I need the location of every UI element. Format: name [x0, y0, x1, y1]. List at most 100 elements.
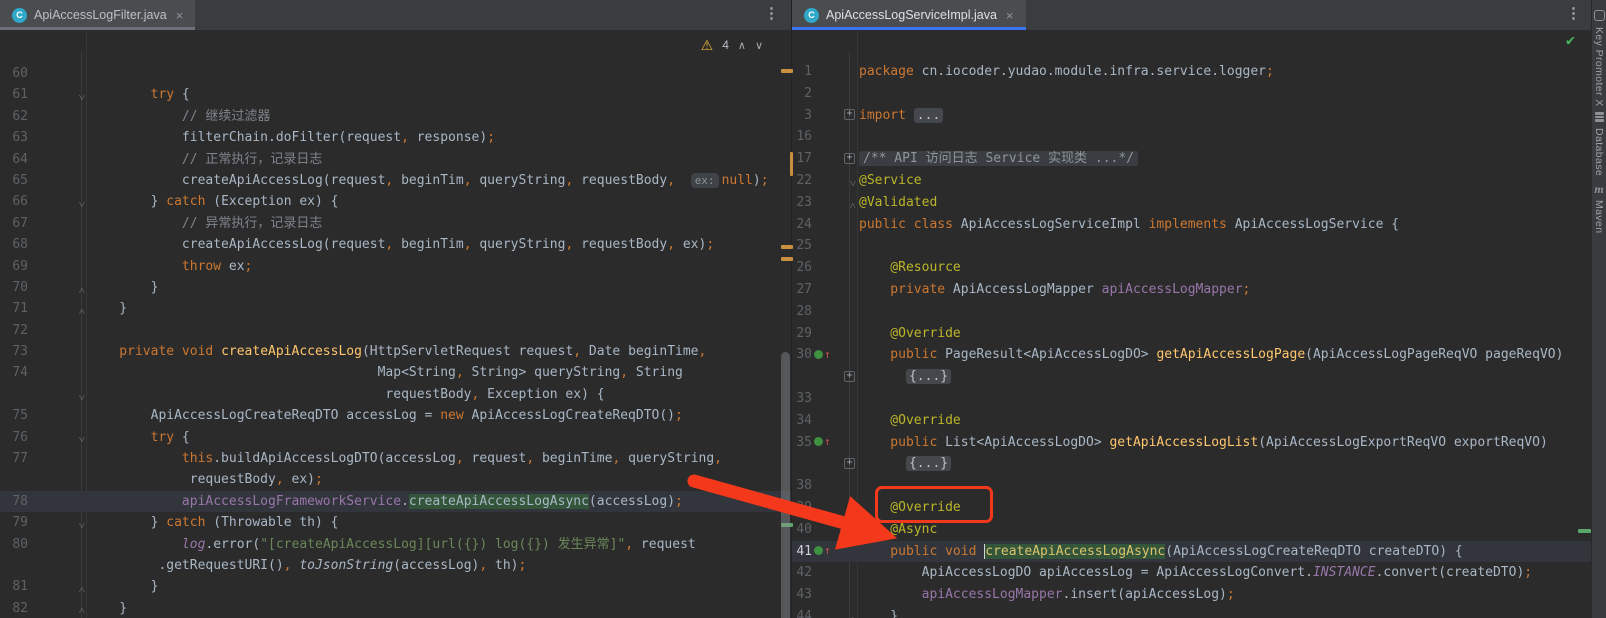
- code-text: apiAccessLogMapper.insert(apiAccessLog);: [859, 584, 1593, 606]
- next-warning-icon[interactable]: ∨: [755, 39, 763, 52]
- stripe-mark[interactable]: [1578, 529, 1591, 533]
- code-line[interactable]: 43 apiAccessLogMapper.insert(apiAccessLo…: [792, 584, 1593, 606]
- stripe-mark[interactable]: [790, 152, 793, 176]
- code-line[interactable]: 39˅ @Override: [792, 497, 1593, 519]
- code-line[interactable]: 71˄ }: [0, 298, 791, 319]
- implementing-method-icon[interactable]: [814, 546, 823, 555]
- code-line[interactable]: 23˄@Validated: [792, 192, 1593, 214]
- code-line[interactable]: 29 @Override: [792, 323, 1593, 345]
- line-number: 72: [0, 320, 28, 341]
- stripe-mark[interactable]: [781, 257, 793, 261]
- code-line[interactable]: 24public class ApiAccessLogServiceImpl i…: [792, 214, 1593, 236]
- code-text: createApiAccessLog(request, beginTim, qu…: [88, 170, 791, 191]
- code-line[interactable]: + {...}: [792, 453, 1593, 475]
- code-line[interactable]: 25: [792, 235, 1593, 257]
- code-line[interactable]: 38: [792, 475, 1593, 497]
- code-line[interactable]: 17+/** API 访问日志 Service 实现类 ...*/: [792, 148, 1593, 170]
- fold-expand-icon[interactable]: +: [844, 109, 855, 120]
- fold-expand-icon[interactable]: +: [844, 371, 855, 382]
- code-line[interactable]: 73 private void createApiAccessLog(HttpS…: [0, 341, 791, 362]
- line-number: 28: [792, 301, 812, 323]
- code-line[interactable]: 16: [792, 126, 1593, 148]
- code-line[interactable]: 68 createApiAccessLog(request, beginTim,…: [0, 234, 791, 255]
- implementing-method-icon[interactable]: [814, 437, 823, 446]
- fold-marker-icon[interactable]: ˄: [79, 600, 85, 618]
- code-line[interactable]: 72: [0, 320, 791, 341]
- code-line[interactable]: 69 throw ex;: [0, 256, 791, 277]
- code-line[interactable]: 44˄ }: [792, 606, 1593, 618]
- code-line[interactable]: 82˄ }: [0, 598, 791, 618]
- code-line[interactable]: 34 @Override: [792, 410, 1593, 432]
- database-icon: [1595, 112, 1604, 122]
- close-icon[interactable]: ×: [1006, 8, 1014, 23]
- code-line[interactable]: requestBody, ex);: [0, 469, 791, 490]
- code-line[interactable]: 41↑ public void createApiAccessLogAsync(…: [792, 541, 1593, 563]
- code-line[interactable]: 78 apiAccessLogFrameworkService.createAp…: [0, 491, 791, 512]
- code-line[interactable]: 42 ApiAccessLogDO apiAccessLog = ApiAcce…: [792, 562, 1593, 584]
- stripe-mark[interactable]: [781, 245, 793, 249]
- line-number: 66: [0, 191, 28, 212]
- close-icon[interactable]: ×: [176, 8, 184, 23]
- code-text: log.error("[createApiAccessLog][url({}) …: [88, 534, 791, 555]
- code-line[interactable]: .getRequestURI(), toJsonString(accessLog…: [0, 555, 791, 576]
- code-line[interactable]: 64 // 正常执行，记录日志: [0, 149, 791, 170]
- code-line[interactable]: 1package cn.iocoder.yudao.module.infra.s…: [792, 61, 1593, 83]
- code-area[interactable]: 6061˅ try {62 // 继续过滤器63 filterChain.doF…: [0, 30, 791, 618]
- code-line[interactable]: 80 log.error("[createApiAccessLog][url({…: [0, 534, 791, 555]
- code-line[interactable]: 63 filterChain.doFilter(request, respons…: [0, 127, 791, 148]
- code-text: @Override: [859, 323, 1593, 345]
- toolwindow-button-key-promoter-x[interactable]: Key Promoter X: [1592, 10, 1606, 107]
- code-line[interactable]: 3+import ...: [792, 105, 1593, 127]
- more-options-icon[interactable]: ⋮: [1566, 4, 1581, 22]
- code-line[interactable]: 2: [792, 83, 1593, 105]
- line-number: 75: [0, 405, 28, 426]
- inspections-ok-icon[interactable]: ✔: [1566, 31, 1575, 49]
- code-line[interactable]: 62 // 继续过滤器: [0, 106, 791, 127]
- inspection-widget[interactable]: ⚠ 4 ∧ ∨: [697, 35, 767, 55]
- toolwindow-button-maven[interactable]: mMaven: [1592, 184, 1606, 234]
- scrollbar-thumb[interactable]: [781, 352, 790, 618]
- prev-warning-icon[interactable]: ∧: [738, 39, 746, 52]
- code-line[interactable]: 66˅ } catch (Exception ex) {: [0, 191, 791, 212]
- fold-expand-icon[interactable]: +: [844, 458, 855, 469]
- code-line[interactable]: 27 private ApiAccessLogMapper apiAccessL…: [792, 279, 1593, 301]
- code-line[interactable]: 22˅@Service: [792, 170, 1593, 192]
- implementing-method-icon[interactable]: [814, 350, 823, 359]
- line-number: 82: [0, 598, 28, 618]
- code-line[interactable]: 70˄ }: [0, 277, 791, 298]
- line-number: [792, 453, 812, 475]
- more-options-icon[interactable]: ⋮: [764, 4, 779, 22]
- code-line[interactable]: 60: [0, 63, 791, 84]
- line-number: 34: [792, 410, 812, 432]
- toolwindow-button-database[interactable]: Database: [1592, 112, 1606, 176]
- fold-expand-icon[interactable]: +: [844, 153, 855, 164]
- line-number: 2: [792, 83, 812, 105]
- code-line[interactable]: 28: [792, 301, 1593, 323]
- code-line[interactable]: 61˅ try {: [0, 84, 791, 105]
- code-line[interactable]: 77 this.buildApiAccessLogDTO(accessLog, …: [0, 448, 791, 469]
- tab-apiaccesslogserviceimpl[interactable]: C ApiAccessLogServiceImpl.java ×: [792, 0, 1026, 30]
- tab-apiaccesslogfilter[interactable]: C ApiAccessLogFilter.java ×: [0, 0, 195, 30]
- code-line[interactable]: 33: [792, 388, 1593, 410]
- code-line[interactable]: 81˄ }: [0, 576, 791, 597]
- code-line[interactable]: 40˄ @Async: [792, 519, 1593, 541]
- tab-title: ApiAccessLogServiceImpl.java: [826, 8, 997, 22]
- fold-marker-icon[interactable]: ˄: [850, 609, 856, 618]
- code-line[interactable]: 67 // 异常执行，记录日志: [0, 213, 791, 234]
- code-line[interactable]: ˅ requestBody, Exception ex) {: [0, 384, 791, 405]
- code-line[interactable]: + {...}: [792, 366, 1593, 388]
- code-line[interactable]: 35↑ public List<ApiAccessLogDO> getApiAc…: [792, 432, 1593, 454]
- code-text: @Async: [859, 519, 1593, 541]
- code-line[interactable]: 74 Map<String, String> queryString, Stri…: [0, 362, 791, 383]
- code-line[interactable]: 76˅ try {: [0, 427, 791, 448]
- code-text: try {: [88, 427, 791, 448]
- code-area[interactable]: 1package cn.iocoder.yudao.module.infra.s…: [792, 30, 1593, 618]
- line-number: 16: [792, 126, 812, 148]
- code-line[interactable]: 26 @Resource: [792, 257, 1593, 279]
- code-text: [859, 126, 1593, 148]
- code-line[interactable]: 79˅ } catch (Throwable th) {: [0, 512, 791, 533]
- stripe-mark[interactable]: [781, 69, 793, 73]
- code-line[interactable]: 65 createApiAccessLog(request, beginTim,…: [0, 170, 791, 191]
- code-line[interactable]: 75 ApiAccessLogCreateReqDTO accessLog = …: [0, 405, 791, 426]
- code-line[interactable]: 30↑ public PageResult<ApiAccessLogDO> ge…: [792, 344, 1593, 366]
